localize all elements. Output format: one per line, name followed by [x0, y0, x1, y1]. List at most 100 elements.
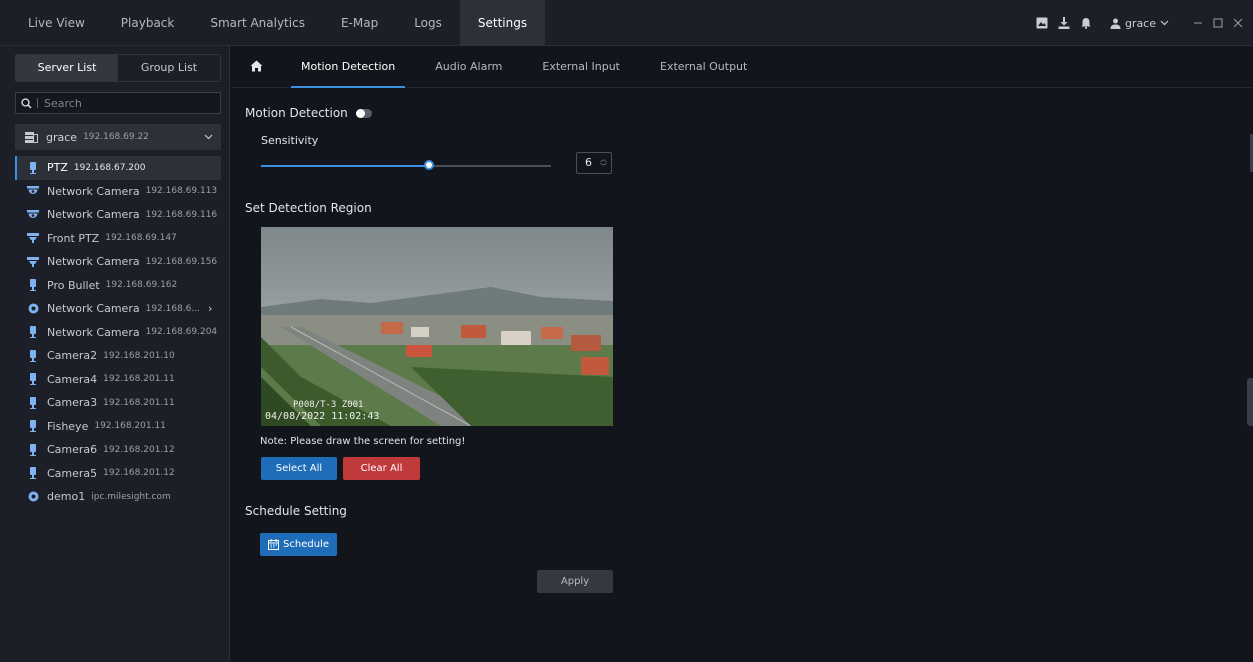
minimize-icon[interactable]: [1193, 18, 1203, 28]
device-list-item[interactable]: Network Camera 192.168.69.204: [15, 321, 221, 345]
tab-logs[interactable]: Logs: [396, 0, 460, 46]
tab-live-view[interactable]: Live View: [10, 0, 103, 46]
user-menu[interactable]: grace: [1110, 17, 1169, 30]
device-ip: ipc.milesight.com: [91, 491, 171, 502]
side-panel-toggle[interactable]: [1247, 378, 1253, 426]
device-ip: 192.168.69.162: [105, 280, 178, 291]
sensitivity-stepper[interactable]: 6 ︿ ﹀: [576, 152, 612, 174]
device-name: PTZ: [47, 161, 68, 175]
tab-settings[interactable]: Settings: [459, 0, 546, 46]
subtab-external-output[interactable]: External Output: [640, 46, 767, 88]
server-name: grace: [46, 130, 78, 144]
device-ip: 192.168.201.12: [103, 444, 175, 455]
top-bar: Live View Playback Smart Analytics E-Map…: [0, 0, 1253, 46]
device-list-item[interactable]: Camera5 192.168.201.12: [15, 462, 221, 486]
sidebar: Server List Group List grace 192.168.69.…: [0, 46, 230, 662]
sensitivity-slider[interactable]: [261, 160, 551, 172]
device-list-item[interactable]: PTZ 192.168.67.200: [15, 156, 221, 180]
tab-smart-analytics[interactable]: Smart Analytics: [192, 0, 323, 46]
fisheye-camera-icon: [27, 303, 39, 315]
tab-server-list[interactable]: Server List: [16, 55, 118, 81]
server-ip: 192.168.69.22: [83, 132, 149, 142]
device-list-item[interactable]: Network Camera 192.168.69.113: [15, 180, 221, 204]
schedule-button[interactable]: Schedule: [260, 533, 337, 556]
device-ip: 192.168.69.113: [145, 186, 218, 197]
settings-subtabs: Motion Detection Audio Alarm External In…: [231, 46, 1253, 88]
search-input[interactable]: [44, 96, 204, 110]
home-button[interactable]: [231, 57, 281, 76]
tab-playback[interactable]: Playback: [103, 0, 193, 46]
list-switcher: Server List Group List: [15, 54, 221, 82]
sensitivity-label: Sensitivity: [261, 134, 319, 147]
bullet-camera-icon: [27, 161, 39, 174]
device-list-item[interactable]: Pro Bullet 192.168.69.162: [15, 274, 221, 298]
device-ip: 192.168.67.200: [73, 162, 146, 173]
device-ip: 192.168.201.11: [103, 397, 175, 408]
bullet-camera-icon: [27, 279, 39, 292]
camera-scene-image: P008/T-3 Z001 04/08/2022 11:02:43: [261, 227, 613, 426]
device-name: Fisheye: [47, 419, 89, 433]
device-ip: 192.168.201.11: [103, 374, 175, 385]
subtab-audio-alarm[interactable]: Audio Alarm: [415, 46, 522, 88]
dome-camera-icon: [27, 209, 39, 221]
device-list-item[interactable]: Camera6 192.168.201.12: [15, 438, 221, 462]
subtab-external-input[interactable]: External Input: [522, 46, 640, 88]
user-name: grace: [1124, 16, 1156, 30]
device-ip: 192.168.69.147: [105, 233, 177, 244]
ptz-camera-icon: [27, 256, 39, 268]
device-list-item[interactable]: Fisheye 192.168.201.11: [15, 415, 221, 439]
motion-detection-toggle[interactable]: [355, 109, 372, 118]
tab-e-map[interactable]: E-Map: [323, 0, 396, 46]
device-name: Front PTZ: [47, 231, 100, 245]
subtab-motion-detection[interactable]: Motion Detection: [281, 46, 415, 88]
schedule-setting-title: Schedule Setting: [245, 504, 347, 518]
tab-group-list[interactable]: Group List: [118, 55, 220, 81]
device-name: Network Camera: [47, 255, 140, 269]
calendar-icon: [268, 539, 280, 550]
select-all-button[interactable]: Select All: [261, 457, 337, 480]
device-name: Camera3: [47, 396, 98, 410]
device-name: Network Camera: [47, 208, 140, 222]
bell-icon[interactable]: [1080, 17, 1092, 29]
sensitivity-value: 6: [585, 156, 592, 169]
device-ip: 192.168.69.204: [145, 327, 218, 338]
camera-overlay-label: P008/T-3 Z001: [293, 400, 363, 410]
download-icon[interactable]: [1058, 17, 1070, 29]
device-list-item[interactable]: Front PTZ 192.168.69.147: [15, 227, 221, 251]
maximize-icon[interactable]: [1213, 18, 1223, 28]
device-list-item[interactable]: Camera3 192.168.201.11: [15, 391, 221, 415]
device-list-item[interactable]: Network Camera 192.168.6... ›: [15, 297, 221, 321]
device-name: Camera6: [47, 443, 98, 457]
device-list-item[interactable]: Network Camera 192.168.69.116: [15, 203, 221, 227]
search-box: [15, 92, 221, 114]
camera-overlay-timestamp: 04/08/2022 11:02:43: [265, 411, 379, 422]
stepper-arrows-icon[interactable]: ︿ ﹀: [600, 155, 607, 171]
device-name: demo1: [47, 490, 86, 504]
bullet-camera-icon: [27, 349, 39, 362]
device-list: PTZ 192.168.67.200 Network Camera 192.168.6…: [15, 156, 221, 509]
detection-region-title: Set Detection Region: [245, 201, 372, 215]
apply-button[interactable]: Apply: [537, 570, 613, 593]
close-icon[interactable]: [1233, 18, 1243, 28]
chevron-down-icon: [204, 134, 213, 140]
device-list-item[interactable]: Camera2 192.168.201.10: [15, 344, 221, 368]
image-icon[interactable]: [1036, 17, 1048, 29]
camera-preview[interactable]: P008/T-3 Z001 04/08/2022 11:02:43: [261, 227, 613, 426]
bullet-camera-icon: [27, 396, 39, 409]
slider-handle[interactable]: [424, 160, 435, 170]
device-ip: 192.168.201.12: [103, 468, 175, 479]
device-list-item[interactable]: Camera4 192.168.201.11: [15, 368, 221, 392]
server-node[interactable]: grace 192.168.69.22: [15, 124, 221, 150]
bullet-camera-icon: [27, 467, 39, 480]
chevron-right-icon[interactable]: ›: [208, 302, 212, 315]
chevron-down-icon: [1160, 20, 1169, 26]
device-ip: 192.168.201.11: [94, 421, 166, 432]
clear-all-button[interactable]: Clear All: [343, 457, 420, 480]
fisheye-camera-icon: [27, 491, 39, 503]
device-list-item[interactable]: Network Camera 192.168.69.156: [15, 250, 221, 274]
device-ip: 192.168.201.10: [103, 350, 175, 361]
top-right-controls: grace: [1036, 0, 1243, 46]
device-name: Camera5: [47, 466, 98, 480]
device-ip: 192.168.6...: [145, 303, 200, 314]
device-list-item[interactable]: demo1 ipc.milesight.com: [15, 485, 221, 509]
